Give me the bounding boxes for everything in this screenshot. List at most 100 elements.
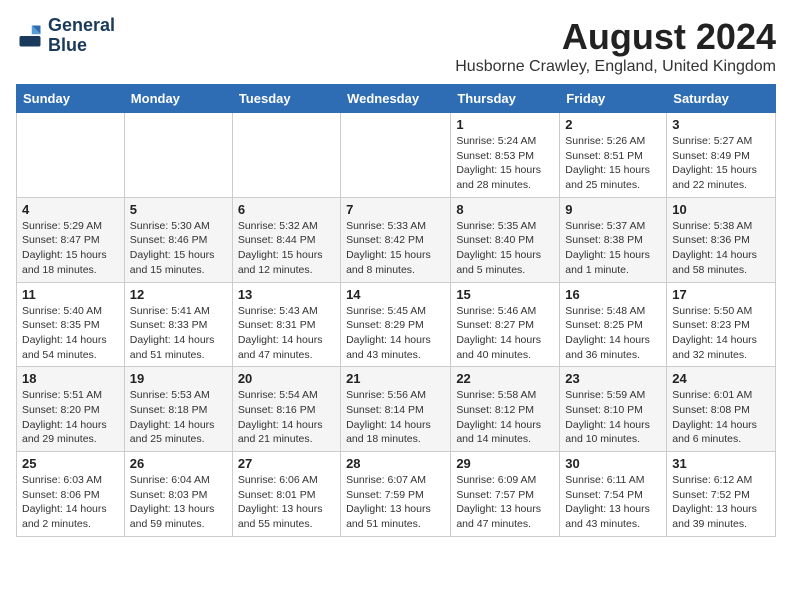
day-info: Sunrise: 5:58 AM Sunset: 8:12 PM Dayligh… bbox=[456, 388, 554, 447]
calendar-cell: 6Sunrise: 5:32 AM Sunset: 8:44 PM Daylig… bbox=[232, 197, 340, 282]
day-info: Sunrise: 6:09 AM Sunset: 7:57 PM Dayligh… bbox=[456, 473, 554, 532]
day-info: Sunrise: 5:30 AM Sunset: 8:46 PM Dayligh… bbox=[130, 219, 227, 278]
day-info: Sunrise: 5:56 AM Sunset: 8:14 PM Dayligh… bbox=[346, 388, 445, 447]
day-number: 27 bbox=[238, 456, 335, 471]
month-year: August 2024 bbox=[455, 16, 776, 58]
calendar-week-row: 4 Sunrise: 5:29 AM Sunset: 8:47 PM Daylig… bbox=[17, 197, 776, 282]
header: General Blue August 2024 Husborne Crawle… bbox=[16, 16, 776, 76]
day-number: 2 bbox=[565, 117, 661, 132]
calendar-cell: 16Sunrise: 5:48 AM Sunset: 8:25 PM Dayli… bbox=[560, 282, 667, 367]
day-number: 26 bbox=[130, 456, 227, 471]
day-info: Sunrise: 5:33 AM Sunset: 8:42 PM Dayligh… bbox=[346, 219, 445, 278]
calendar-week-row: 11 Sunrise: 5:40 AM Sunset: 8:35 PM Dayli… bbox=[17, 282, 776, 367]
title-area: August 2024 Husborne Crawley, England, U… bbox=[455, 16, 776, 76]
day-info: Sunrise: 5:53 AM Sunset: 8:18 PM Dayligh… bbox=[130, 388, 227, 447]
day-info: Sunrise: 5:51 AM Sunset: 8:20 PM Dayligh… bbox=[22, 388, 119, 447]
calendar-cell: 9Sunrise: 5:37 AM Sunset: 8:38 PM Daylig… bbox=[560, 197, 667, 282]
calendar-cell: 11 Sunrise: 5:40 AM Sunset: 8:35 PM Dayli… bbox=[17, 282, 125, 367]
logo-line2: Blue bbox=[48, 36, 115, 56]
day-number: 25 bbox=[22, 456, 119, 471]
day-number: 14 bbox=[346, 287, 445, 302]
calendar-cell: 19 Sunrise: 5:53 AM Sunset: 8:18 PM Dayli… bbox=[124, 367, 232, 452]
day-number: 12 bbox=[130, 287, 227, 302]
day-number: 11 bbox=[22, 287, 119, 302]
day-number: 8 bbox=[456, 202, 554, 217]
day-number: 28 bbox=[346, 456, 445, 471]
calendar-cell: 7Sunrise: 5:33 AM Sunset: 8:42 PM Daylig… bbox=[341, 197, 451, 282]
calendar-cell: 21 Sunrise: 5:56 AM Sunset: 8:14 PM Dayli… bbox=[341, 367, 451, 452]
header-monday: Monday bbox=[124, 85, 232, 113]
day-number: 4 bbox=[22, 202, 119, 217]
calendar-cell: 31 Sunrise: 6:12 AM Sunset: 7:52 PM Dayli… bbox=[667, 452, 776, 537]
calendar-cell: 28 Sunrise: 6:07 AM Sunset: 7:59 PM Dayli… bbox=[341, 452, 451, 537]
calendar-week-row: 18Sunrise: 5:51 AM Sunset: 8:20 PM Dayli… bbox=[17, 367, 776, 452]
calendar-cell bbox=[17, 113, 125, 198]
day-info: Sunrise: 5:45 AM Sunset: 8:29 PM Dayligh… bbox=[346, 304, 445, 363]
calendar-cell: 26 Sunrise: 6:04 AM Sunset: 8:03 PM Dayli… bbox=[124, 452, 232, 537]
calendar-cell: 8 Sunrise: 5:35 AM Sunset: 8:40 PM Daylig… bbox=[451, 197, 560, 282]
calendar-cell: 3 Sunrise: 5:27 AM Sunset: 8:49 PM Daylig… bbox=[667, 113, 776, 198]
calendar-cell: 27 Sunrise: 6:06 AM Sunset: 8:01 PM Dayli… bbox=[232, 452, 340, 537]
calendar-cell: 10 Sunrise: 5:38 AM Sunset: 8:36 PM Dayli… bbox=[667, 197, 776, 282]
day-info: Sunrise: 6:01 AM Sunset: 8:08 PM Dayligh… bbox=[672, 388, 770, 447]
calendar-week-row: 1 Sunrise: 5:24 AM Sunset: 8:53 PM Daylig… bbox=[17, 113, 776, 198]
header-thursday: Thursday bbox=[451, 85, 560, 113]
day-info: Sunrise: 5:41 AM Sunset: 8:33 PM Dayligh… bbox=[130, 304, 227, 363]
day-number: 24 bbox=[672, 371, 770, 386]
day-number: 5 bbox=[130, 202, 227, 217]
calendar-cell: 25 Sunrise: 6:03 AM Sunset: 8:06 PM Dayli… bbox=[17, 452, 125, 537]
day-info: Sunrise: 6:07 AM Sunset: 7:59 PM Dayligh… bbox=[346, 473, 445, 532]
day-number: 23 bbox=[565, 371, 661, 386]
day-number: 31 bbox=[672, 456, 770, 471]
calendar-cell: 18Sunrise: 5:51 AM Sunset: 8:20 PM Dayli… bbox=[17, 367, 125, 452]
calendar-cell: 5 Sunrise: 5:30 AM Sunset: 8:46 PM Daylig… bbox=[124, 197, 232, 282]
day-number: 29 bbox=[456, 456, 554, 471]
day-number: 21 bbox=[346, 371, 445, 386]
calendar-cell: 22 Sunrise: 5:58 AM Sunset: 8:12 PM Dayli… bbox=[451, 367, 560, 452]
day-number: 13 bbox=[238, 287, 335, 302]
day-info: Sunrise: 5:54 AM Sunset: 8:16 PM Dayligh… bbox=[238, 388, 335, 447]
day-number: 3 bbox=[672, 117, 770, 132]
day-info: Sunrise: 5:38 AM Sunset: 8:36 PM Dayligh… bbox=[672, 219, 770, 278]
day-number: 19 bbox=[130, 371, 227, 386]
day-info: Sunrise: 5:35 AM Sunset: 8:40 PM Dayligh… bbox=[456, 219, 554, 278]
day-number: 1 bbox=[456, 117, 554, 132]
calendar-cell: 15Sunrise: 5:46 AM Sunset: 8:27 PM Dayli… bbox=[451, 282, 560, 367]
day-number: 10 bbox=[672, 202, 770, 217]
day-info: Sunrise: 5:48 AM Sunset: 8:25 PM Dayligh… bbox=[565, 304, 661, 363]
calendar-cell: 13 Sunrise: 5:43 AM Sunset: 8:31 PM Dayli… bbox=[232, 282, 340, 367]
header-saturday: Saturday bbox=[667, 85, 776, 113]
calendar-cell: 23 Sunrise: 5:59 AM Sunset: 8:10 PM Dayli… bbox=[560, 367, 667, 452]
calendar-table: SundayMondayTuesdayWednesdayThursdayFrid… bbox=[16, 84, 776, 537]
day-info: Sunrise: 6:04 AM Sunset: 8:03 PM Dayligh… bbox=[130, 473, 227, 532]
day-info: Sunrise: 6:06 AM Sunset: 8:01 PM Dayligh… bbox=[238, 473, 335, 532]
calendar-cell bbox=[124, 113, 232, 198]
calendar-cell: 12 Sunrise: 5:41 AM Sunset: 8:33 PM Dayli… bbox=[124, 282, 232, 367]
day-info: Sunrise: 5:40 AM Sunset: 8:35 PM Dayligh… bbox=[22, 304, 119, 363]
calendar-cell: 14 Sunrise: 5:45 AM Sunset: 8:29 PM Dayli… bbox=[341, 282, 451, 367]
calendar-header-row: SundayMondayTuesdayWednesdayThursdayFrid… bbox=[17, 85, 776, 113]
day-info: Sunrise: 5:32 AM Sunset: 8:44 PM Dayligh… bbox=[238, 219, 335, 278]
day-info: Sunrise: 6:12 AM Sunset: 7:52 PM Dayligh… bbox=[672, 473, 770, 532]
calendar-cell: 29 Sunrise: 6:09 AM Sunset: 7:57 PM Dayli… bbox=[451, 452, 560, 537]
day-info: Sunrise: 5:37 AM Sunset: 8:38 PM Dayligh… bbox=[565, 219, 661, 278]
logo: General Blue bbox=[16, 16, 115, 56]
header-wednesday: Wednesday bbox=[341, 85, 451, 113]
location: Husborne Crawley, England, United Kingdo… bbox=[455, 58, 776, 76]
day-number: 22 bbox=[456, 371, 554, 386]
day-info: Sunrise: 5:29 AM Sunset: 8:47 PM Dayligh… bbox=[22, 219, 119, 278]
day-number: 15 bbox=[456, 287, 554, 302]
day-number: 30 bbox=[565, 456, 661, 471]
day-info: Sunrise: 5:43 AM Sunset: 8:31 PM Dayligh… bbox=[238, 304, 335, 363]
day-info: Sunrise: 6:03 AM Sunset: 8:06 PM Dayligh… bbox=[22, 473, 119, 532]
calendar-cell: 20Sunrise: 5:54 AM Sunset: 8:16 PM Dayli… bbox=[232, 367, 340, 452]
header-sunday: Sunday bbox=[17, 85, 125, 113]
logo-line1: General bbox=[48, 16, 115, 36]
day-info: Sunrise: 5:59 AM Sunset: 8:10 PM Dayligh… bbox=[565, 388, 661, 447]
day-info: Sunrise: 5:50 AM Sunset: 8:23 PM Dayligh… bbox=[672, 304, 770, 363]
header-tuesday: Tuesday bbox=[232, 85, 340, 113]
calendar-week-row: 25 Sunrise: 6:03 AM Sunset: 8:06 PM Dayli… bbox=[17, 452, 776, 537]
day-info: Sunrise: 5:24 AM Sunset: 8:53 PM Dayligh… bbox=[456, 134, 554, 193]
day-info: Sunrise: 5:27 AM Sunset: 8:49 PM Dayligh… bbox=[672, 134, 770, 193]
header-friday: Friday bbox=[560, 85, 667, 113]
